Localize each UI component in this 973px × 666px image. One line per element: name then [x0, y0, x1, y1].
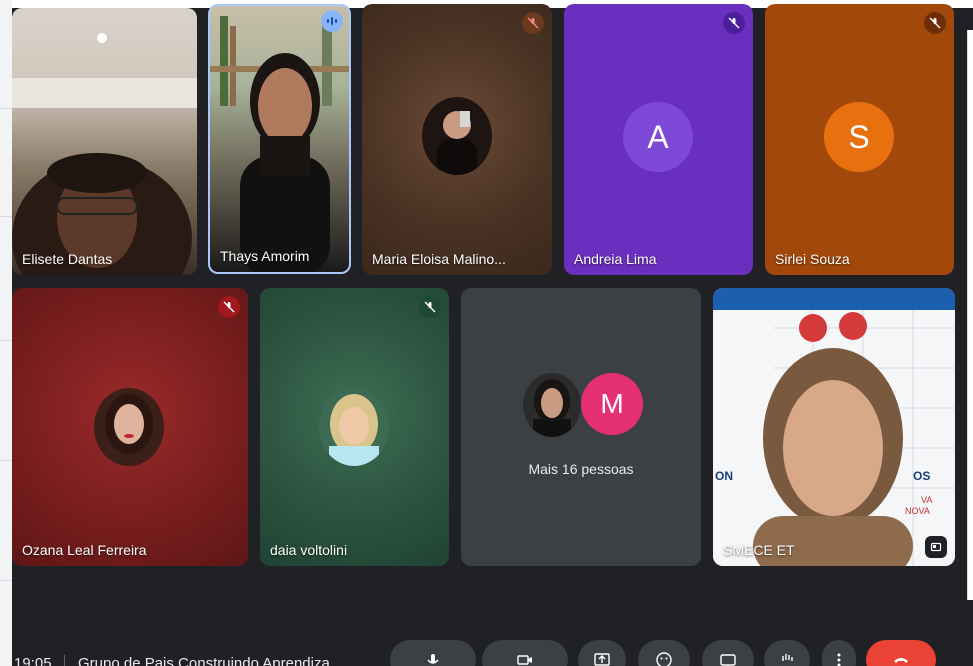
left-window-edge — [0, 0, 12, 666]
hangup-icon — [894, 658, 908, 663]
mic-off-icon — [723, 12, 745, 34]
participant-tile-daia[interactable]: daia voltolini — [260, 288, 449, 566]
camera-icon — [517, 655, 532, 665]
avatar — [94, 388, 164, 466]
svg-text:VA: VA — [921, 495, 932, 505]
video-feed-smece: ON OS VA NOVA — [713, 288, 955, 566]
meeting-time: 19:05 — [14, 655, 52, 666]
video-feed-thays — [210, 16, 349, 272]
raise-hand-icon — [782, 654, 793, 661]
side-panel-edge — [967, 30, 973, 600]
avatar-initial: A — [623, 102, 693, 172]
pin-icon[interactable] — [925, 536, 947, 558]
participant-name: daia voltolini — [270, 542, 348, 558]
more-options-icon — [837, 653, 841, 666]
captions-icon — [720, 654, 736, 666]
present-icon — [594, 653, 610, 666]
svg-text:NOVA: NOVA — [905, 506, 930, 516]
mic-icon — [427, 654, 439, 664]
participant-tile-maria-eloisa[interactable]: Maria Eloisa Malino... — [362, 4, 552, 275]
avatar — [319, 388, 389, 466]
raise-hand-button[interactable] — [764, 640, 810, 666]
avatar — [422, 97, 492, 175]
hangup-button[interactable] — [866, 640, 936, 666]
emoji-icon — [656, 652, 672, 666]
participant-tile-smece[interactable]: ON OS VA NOVA SMECE ET — [713, 288, 955, 566]
avatar — [523, 373, 581, 437]
participant-name: SMECE ET — [723, 542, 795, 558]
avatar-initial: S — [824, 102, 894, 172]
avatar-initial: M — [581, 373, 643, 435]
more-participants-tile[interactable]: M Mais 16 pessoas — [461, 288, 701, 566]
more-participants-label: Mais 16 pessoas — [528, 461, 634, 477]
captions-button[interactable] — [702, 640, 754, 666]
mic-off-icon — [522, 12, 544, 34]
participant-name: Sirlei Souza — [775, 251, 850, 267]
footer-divider — [64, 655, 65, 666]
participant-tile-andreia[interactable]: A Andreia Lima — [564, 4, 753, 275]
participant-name: Elisete Dantas — [22, 251, 113, 267]
svg-text:ON: ON — [715, 469, 733, 483]
meeting-title: Grupo de Pais Construindo Aprendiza — [78, 655, 330, 666]
participant-name: Andreia Lima — [574, 251, 657, 267]
speaking-icon — [321, 10, 343, 32]
participant-tile-thays[interactable]: Thays Amorim — [208, 4, 351, 274]
participant-tile-sirlei[interactable]: S Sirlei Souza — [765, 4, 954, 275]
participant-name: Thays Amorim — [220, 248, 310, 264]
mic-button[interactable] — [390, 640, 476, 666]
mic-off-icon — [218, 296, 240, 318]
participant-tile-elisete[interactable]: Elisete Dantas — [12, 8, 197, 275]
emoji-button[interactable] — [638, 640, 690, 666]
mic-off-icon — [924, 12, 946, 34]
more-options-button[interactable] — [822, 640, 856, 666]
present-button[interactable] — [578, 640, 626, 666]
video-feed-elisete — [12, 33, 197, 275]
camera-button[interactable] — [482, 640, 568, 666]
svg-text:OS: OS — [913, 469, 930, 483]
participant-tile-ozana[interactable]: Ozana Leal Ferreira — [12, 288, 248, 566]
mic-off-icon — [419, 296, 441, 318]
participant-name: Maria Eloisa Malino... — [372, 251, 506, 267]
participant-name: Ozana Leal Ferreira — [22, 542, 147, 558]
